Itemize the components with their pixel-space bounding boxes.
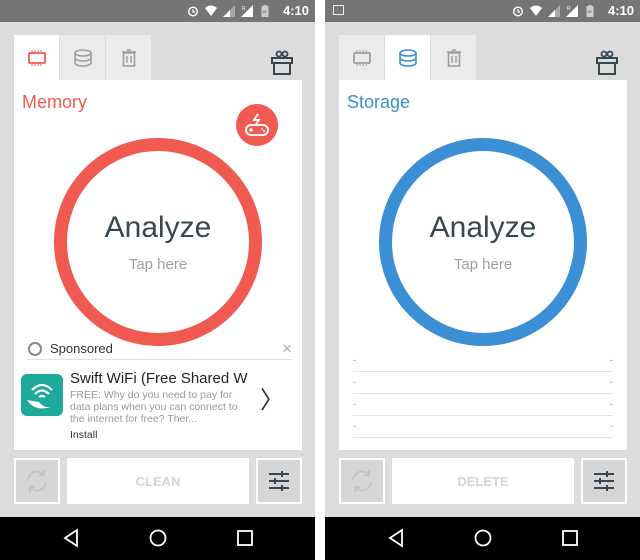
- refresh-button[interactable]: [339, 458, 385, 504]
- tab-bar: [339, 35, 477, 80]
- analyze-button[interactable]: Analyze Tap here: [379, 138, 587, 346]
- clock: 4:10: [607, 3, 634, 18]
- ad-item[interactable]: Swift WiFi (Free Shared W FREE: Why do y…: [21, 370, 296, 447]
- action-bar: CLEAN: [14, 458, 302, 504]
- tab-bar: [14, 35, 152, 80]
- chevron-right-icon[interactable]: 〉: [260, 380, 284, 415]
- memory-card: Memory Analyze Tap here Sponsored × Swif…: [14, 80, 302, 450]
- back-icon[interactable]: [60, 527, 82, 549]
- svg-text:R: R: [567, 6, 571, 12]
- sponsored-header: Sponsored ×: [26, 338, 292, 360]
- refresh-icon: [352, 470, 372, 492]
- tab-memory[interactable]: [339, 35, 385, 80]
- tab-trash[interactable]: [431, 35, 477, 80]
- sliders-icon: [594, 471, 614, 491]
- signal-icon: [548, 5, 560, 17]
- ad-description: FREE: Why do you need to pay for data pl…: [70, 389, 238, 425]
- recents-icon[interactable]: [559, 527, 581, 549]
- alarm-icon: [187, 6, 199, 17]
- clean-button[interactable]: CLEAN: [67, 458, 249, 504]
- analyze-button[interactable]: Analyze Tap here: [54, 138, 262, 346]
- close-ad-button[interactable]: ×: [282, 339, 292, 359]
- delete-button[interactable]: DELETE: [392, 458, 574, 504]
- tab-storage[interactable]: [385, 35, 431, 80]
- refresh-button[interactable]: [14, 458, 60, 504]
- action-bar: DELETE: [339, 458, 627, 504]
- gift-icon[interactable]: [596, 50, 618, 76]
- install-link[interactable]: Install: [70, 429, 97, 441]
- list-item: --: [353, 394, 613, 416]
- home-icon[interactable]: [472, 527, 494, 549]
- tap-here-label: Tap here: [128, 256, 188, 273]
- tab-trash[interactable]: [106, 35, 152, 80]
- wifi-icon: [530, 5, 542, 16]
- recents-icon[interactable]: [234, 527, 256, 549]
- settings-button[interactable]: [581, 458, 627, 504]
- analyze-label: Analyze: [104, 211, 212, 244]
- tab-storage[interactable]: [60, 35, 106, 80]
- status-bar: R 26 4:10: [0, 0, 315, 22]
- game-boost-button[interactable]: [236, 104, 278, 146]
- wifi-icon: [205, 5, 217, 16]
- list-item: --: [353, 372, 613, 394]
- settings-button[interactable]: [256, 458, 302, 504]
- trash-icon: [446, 48, 461, 67]
- tap-here-label: Tap here: [453, 256, 513, 273]
- memory-chip-icon: [352, 49, 371, 66]
- sliders-icon: [269, 471, 289, 491]
- storage-list: -- -- -- --: [353, 350, 613, 438]
- analyze-label: Analyze: [429, 211, 537, 244]
- trash-icon: [121, 48, 136, 67]
- game-boost-icon: [245, 113, 269, 136]
- svg-text:R: R: [242, 6, 246, 12]
- memory-screen: R 26 4:10 Memory Analyze Tap here Sponso…: [0, 0, 315, 560]
- battery-icon: 26: [586, 5, 594, 17]
- svg-text:26: 26: [262, 9, 267, 14]
- signal-icon: [223, 5, 235, 17]
- ad-choices-icon: [28, 341, 42, 356]
- battery-icon: 26: [261, 5, 269, 17]
- alarm-icon: [512, 6, 524, 17]
- roaming-signal-icon: R: [241, 5, 253, 17]
- storage-screen: R 26 4:10 Storage Analyze Tap here -- --…: [325, 0, 640, 560]
- image-notification-icon: [333, 5, 344, 15]
- list-item: --: [353, 416, 613, 438]
- refresh-icon: [27, 470, 47, 492]
- home-icon[interactable]: [147, 527, 169, 549]
- tab-memory[interactable]: [14, 35, 60, 80]
- database-icon: [73, 48, 92, 67]
- roaming-signal-icon: R: [566, 5, 578, 17]
- ad-title: Swift WiFi (Free Shared W: [70, 370, 248, 387]
- page-title: Storage: [347, 92, 411, 112]
- svg-text:26: 26: [587, 9, 592, 14]
- nav-bar: [325, 517, 640, 560]
- clock: 4:10: [282, 3, 309, 18]
- storage-card: Storage Analyze Tap here -- -- -- --: [339, 80, 627, 450]
- sponsored-label: Sponsored: [50, 341, 113, 356]
- list-item: --: [353, 350, 613, 372]
- back-icon[interactable]: [385, 527, 407, 549]
- gift-icon[interactable]: [271, 50, 293, 76]
- database-icon: [398, 48, 417, 67]
- memory-chip-icon: [27, 49, 46, 66]
- page-title: Memory: [22, 92, 88, 112]
- status-bar: R 26 4:10: [325, 0, 640, 22]
- nav-bar: [0, 517, 315, 560]
- app-icon: [21, 374, 63, 416]
